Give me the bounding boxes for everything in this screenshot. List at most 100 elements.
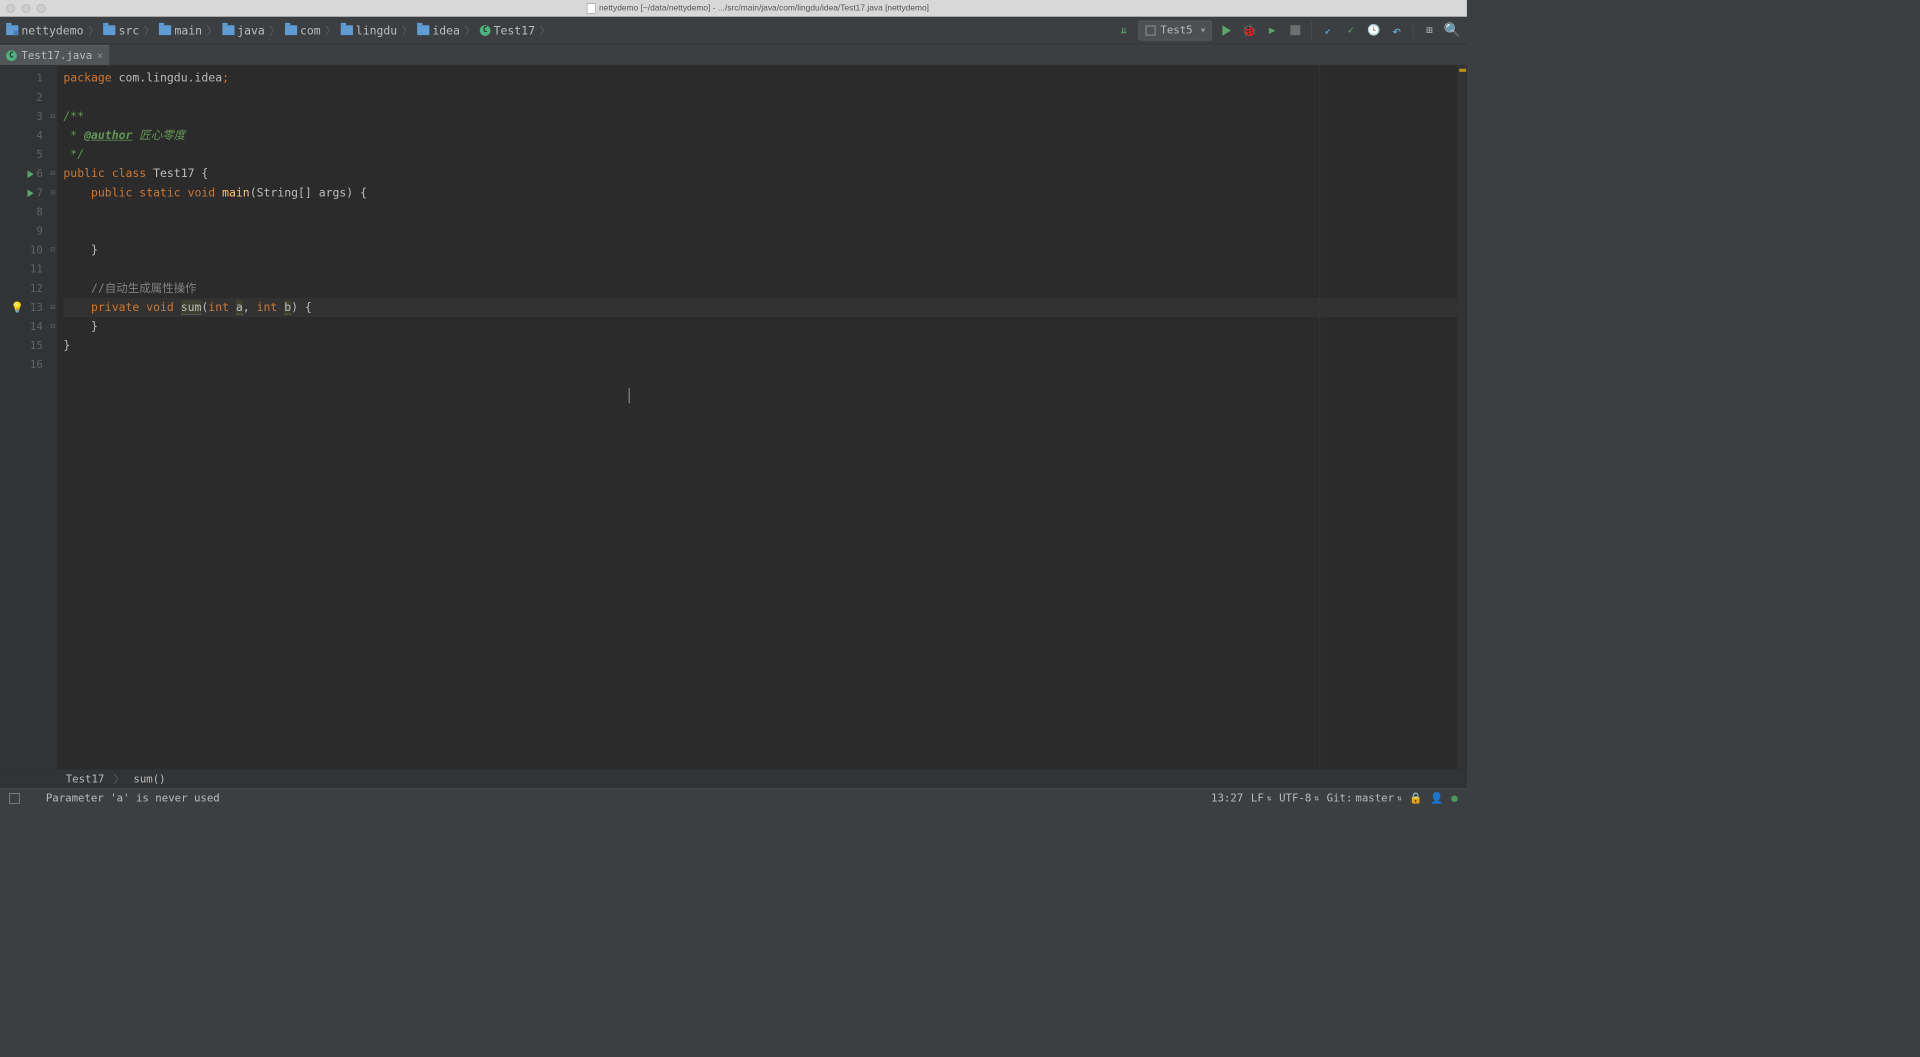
run-with-coverage-button[interactable]: ▶ [1264,22,1281,39]
tool-window-button[interactable] [9,793,20,804]
gutter-line[interactable]: 8 [0,202,57,221]
breadcrumb-src[interactable]: src [103,23,139,37]
gutter-line[interactable]: 6⊟ [0,164,57,183]
code-line[interactable]: public static void main(String[] args) { [63,183,1457,202]
code-line[interactable]: private void sum(int a, int b) { [63,298,1457,317]
gutter-line[interactable]: 3⊟ [0,107,57,126]
status-bar: Parameter 'a' is never used 13:27 LF⇅ UT… [0,788,1467,807]
code-line[interactable] [63,260,1457,279]
fold-icon[interactable]: ⊟ [50,189,55,197]
app-icon [1145,25,1156,36]
error-stripe[interactable] [1458,66,1467,770]
build-button[interactable]: ⇊ [1115,22,1132,39]
code-line[interactable]: } [63,336,1457,355]
breadcrumb-idea[interactable]: idea [417,23,460,37]
update-project-button[interactable]: ↙ [1319,22,1336,39]
nav-breadcrumbs: nettydemo 〉 src 〉 main 〉 java 〉 com 〉 li… [6,23,1115,38]
window-title-text: nettydemo [~/data/nettydemo] - .../src/m… [599,4,929,13]
close-window-button[interactable] [6,4,15,13]
breadcrumb-separator: 〉 [324,23,338,38]
notification-icon[interactable]: ● [1451,792,1457,804]
folder-icon [341,25,353,35]
fold-icon[interactable]: ⊟ [50,303,55,311]
warning-marker[interactable] [1459,69,1466,72]
gutter-line[interactable]: 7⊟ [0,183,57,202]
breadcrumb-nettydemo[interactable]: nettydemo [6,23,83,37]
fold-icon[interactable]: ⊟ [50,112,55,120]
fold-icon[interactable]: ⊟ [50,170,55,178]
text-cursor-icon [629,388,630,403]
code-line[interactable]: public class Test17 { [63,164,1457,183]
maximize-window-button[interactable] [37,4,46,13]
run-gutter-icon[interactable] [28,189,34,197]
editor-breadcrumb-bar: Test17 〉 sum() [0,769,1467,788]
intention-bulb-icon[interactable]: 💡 [11,301,24,313]
gutter-line[interactable]: 14⊟ [0,317,57,336]
gutter-line[interactable]: 4 [0,126,57,145]
toolbar-separator [1311,22,1312,39]
tab-close-button[interactable]: × [97,49,103,61]
breadcrumb-lingdu[interactable]: lingdu [341,23,398,37]
gutter-line[interactable]: 2 [0,88,57,107]
revert-button[interactable]: ↶ [1388,22,1405,39]
editor-margin-line [1319,66,1320,770]
caret-position[interactable]: 13:27 [1211,792,1243,804]
gutter-line[interactable]: 9 [0,222,57,241]
history-button[interactable]: 🕓 [1365,22,1382,39]
run-config-selector[interactable]: Test5 [1138,20,1211,40]
fold-icon[interactable]: ⊟ [50,246,55,254]
gutter-line[interactable]: 10⊟ [0,241,57,260]
folder-icon [103,25,115,35]
editor-code[interactable]: package com.lingdu.idea; /** * @author 匠心… [57,66,1457,770]
code-line[interactable]: * @author 匠心零度 [63,126,1457,145]
breadcrumb-separator: 〉 [538,23,552,38]
navigation-toolbar: nettydemo 〉 src 〉 main 〉 java 〉 com 〉 li… [0,17,1467,45]
breadcrumb-separator: 〉 [205,23,219,38]
breadcrumb-java[interactable]: java [222,23,265,37]
gutter-line[interactable]: 1 [0,69,57,88]
project-structure-button[interactable]: ⊞ [1421,22,1438,39]
code-line[interactable] [63,88,1457,107]
editor-tab-bar: Test17.java × [0,44,1467,65]
code-line[interactable]: package com.lingdu.idea; [63,69,1457,88]
breadcrumb-class[interactable]: Test17 [66,773,105,785]
debug-button[interactable]: 🐞 [1241,22,1258,39]
editor-gutter[interactable]: 123⊟456⊟7⊟8910⊟111213⊟💡14⊟1516 [0,66,57,770]
run-button[interactable] [1218,22,1235,39]
gutter-line[interactable]: 5 [0,145,57,164]
breadcrumb-separator: 〉 [87,23,101,38]
file-encoding[interactable]: UTF-8⇅ [1279,792,1319,804]
code-line[interactable]: } [63,317,1457,336]
commit-button[interactable]: ✓ [1342,22,1359,39]
breadcrumb-method[interactable]: sum() [133,773,165,785]
inspection-icon[interactable]: 👤 [1430,792,1443,804]
gutter-line[interactable]: 15 [0,336,57,355]
breadcrumb-main[interactable]: main [159,23,202,37]
gutter-line[interactable]: 11 [0,260,57,279]
search-everywhere-button[interactable]: 🔍 [1444,22,1461,39]
code-line[interactable]: //自动生成属性操作 [63,279,1457,298]
gutter-line[interactable]: 12 [0,279,57,298]
breadcrumb-test17[interactable]: Test17 [480,23,535,37]
code-line[interactable] [63,355,1457,374]
breadcrumb-separator: 〉 [268,23,282,38]
class-icon [480,25,491,36]
code-line[interactable]: */ [63,145,1457,164]
minimize-window-button[interactable] [21,4,30,13]
fold-icon[interactable]: ⊟ [50,322,55,330]
folder-icon [417,25,429,35]
stop-button[interactable] [1287,22,1304,39]
code-line[interactable] [63,202,1457,221]
gutter-line[interactable]: 16 [0,355,57,374]
code-line[interactable] [63,222,1457,241]
git-branch[interactable]: Git: master⇅ [1327,792,1402,804]
code-line[interactable]: } [63,241,1457,260]
lock-icon[interactable]: 🔒 [1409,792,1422,804]
run-gutter-icon[interactable] [28,170,34,178]
code-line[interactable]: /** [63,107,1457,126]
window-title: nettydemo [~/data/nettydemo] - .../src/m… [55,3,1461,14]
tab-test17[interactable]: Test17.java × [0,45,109,65]
gutter-line[interactable]: 13⊟💡 [0,298,57,317]
breadcrumb-com[interactable]: com [285,23,321,37]
line-separator[interactable]: LF⇅ [1251,792,1272,804]
